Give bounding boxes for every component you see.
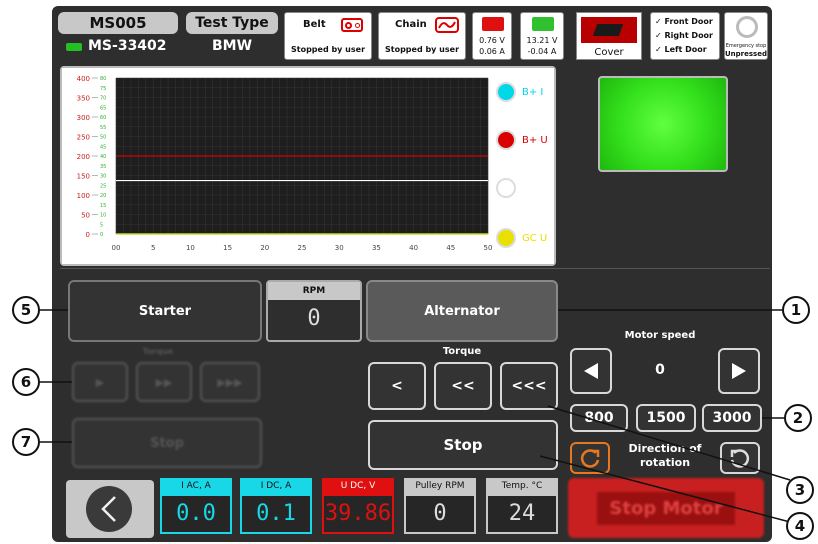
callout-3: 3 — [786, 476, 814, 504]
callout-leaders — [40, 309, 791, 523]
callout-1: 1 — [782, 296, 810, 324]
callout-2: 2 — [784, 404, 812, 432]
callout-6: 6 — [12, 368, 40, 396]
callout-5: 5 — [12, 296, 40, 324]
callout-7: 7 — [12, 428, 40, 456]
callout-4: 4 — [786, 512, 814, 540]
